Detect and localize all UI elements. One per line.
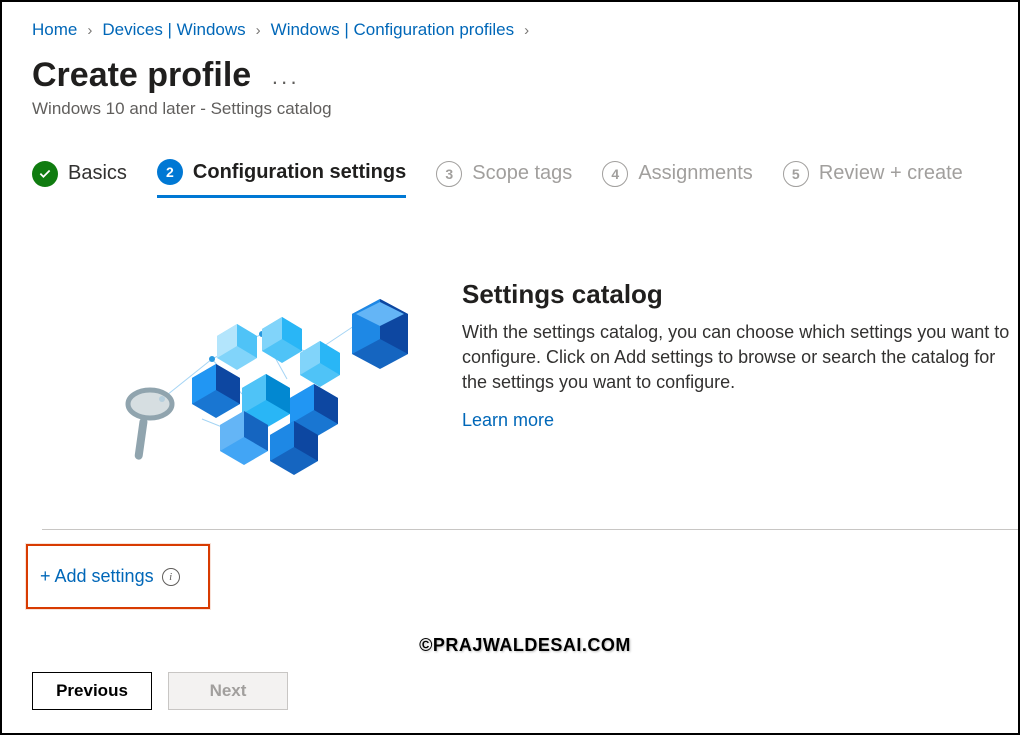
next-button[interactable]: Next xyxy=(168,672,288,710)
chevron-right-icon: › xyxy=(256,22,261,39)
step-basics[interactable]: Basics xyxy=(32,161,127,197)
step-label: Review + create xyxy=(819,162,963,185)
info-icon[interactable]: i xyxy=(162,568,180,586)
add-settings-link[interactable]: + Add settings xyxy=(40,566,154,587)
chevron-right-icon: › xyxy=(87,22,92,39)
watermark-text: ©PRAJWALDESAI.COM xyxy=(32,635,1018,656)
breadcrumb-home[interactable]: Home xyxy=(32,20,77,40)
page-title: Create profile xyxy=(32,56,251,95)
step-review-create[interactable]: 5 Review + create xyxy=(783,161,963,197)
wizard-footer: Previous Next xyxy=(32,672,1018,710)
section-divider xyxy=(42,529,1018,530)
add-settings-highlight: + Add settings i xyxy=(26,544,210,609)
step-scope-tags[interactable]: 3 Scope tags xyxy=(436,161,572,197)
wizard-stepper: Basics 2 Configuration settings 3 Scope … xyxy=(32,159,1018,199)
page-subtitle: Windows 10 and later - Settings catalog xyxy=(32,99,1018,119)
previous-button[interactable]: Previous xyxy=(32,672,152,710)
settings-catalog-panel: Settings catalog With the settings catal… xyxy=(32,279,1018,479)
add-settings-label: + Add settings xyxy=(40,566,154,587)
check-icon xyxy=(32,161,58,187)
catalog-description: With the settings catalog, you can choos… xyxy=(462,320,1018,396)
breadcrumb: Home › Devices | Windows › Windows | Con… xyxy=(32,20,1018,40)
step-number-icon: 2 xyxy=(157,159,183,185)
more-icon[interactable]: ··· xyxy=(271,69,299,95)
catalog-heading: Settings catalog xyxy=(462,279,1018,310)
step-label: Scope tags xyxy=(472,162,572,185)
chevron-right-icon: › xyxy=(524,22,529,39)
step-assignments[interactable]: 4 Assignments xyxy=(602,161,753,197)
learn-more-link[interactable]: Learn more xyxy=(462,410,554,430)
step-number-icon: 4 xyxy=(602,161,628,187)
step-label: Configuration settings xyxy=(193,161,406,184)
step-label: Basics xyxy=(68,162,127,185)
breadcrumb-config-profiles[interactable]: Windows | Configuration profiles xyxy=(271,20,514,40)
step-label: Assignments xyxy=(638,162,753,185)
step-number-icon: 3 xyxy=(436,161,462,187)
step-configuration-settings[interactable]: 2 Configuration settings xyxy=(157,159,406,198)
breadcrumb-devices-windows[interactable]: Devices | Windows xyxy=(102,20,245,40)
catalog-illustration xyxy=(102,279,422,479)
step-number-icon: 5 xyxy=(783,161,809,187)
